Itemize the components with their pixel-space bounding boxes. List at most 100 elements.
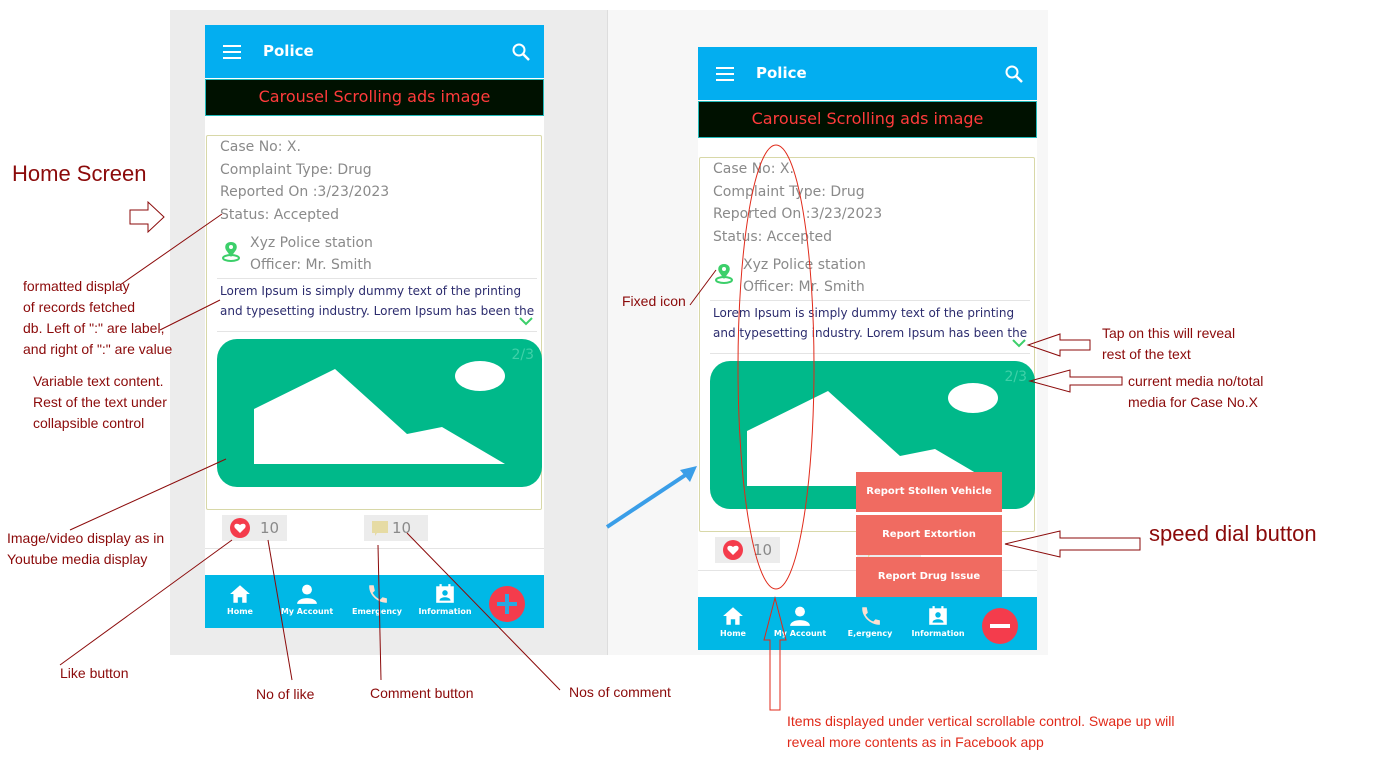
nav-item[interactable]: Information <box>410 583 480 616</box>
nav-label: My Account <box>773 629 827 638</box>
divider <box>710 300 1030 301</box>
speed-dial-fab[interactable] <box>982 608 1018 644</box>
speed-dial-option[interactable]: Report Stollen Vehicle <box>856 472 1002 512</box>
variable-text-note: Variable text content. Rest of the text … <box>33 371 167 434</box>
officer: Officer: Mr. Smith <box>250 257 372 273</box>
note-line: Rest of the text under <box>33 394 167 410</box>
minus-icon <box>990 624 1010 628</box>
phone-screen: Police Carousel Scrolling ads image Case… <box>698 47 1037 650</box>
image-video-note: Image/video display as in Youtube media … <box>7 528 164 570</box>
image-placeholder-icon <box>254 361 505 464</box>
no-of-like-note: No of like <box>256 686 315 702</box>
phone-icon <box>369 585 387 603</box>
search-icon[interactable] <box>1005 65 1023 83</box>
like-button-note: Like button <box>60 665 129 681</box>
like-count: 10 <box>260 519 280 537</box>
reported-on: Reported On :3/23/2023 <box>220 184 390 200</box>
chevron-down-icon[interactable] <box>519 316 533 326</box>
speed-dial-note: speed dial button <box>1149 521 1317 546</box>
officer: Officer: Mr. Smith <box>743 279 865 295</box>
heart-icon[interactable] <box>723 540 743 560</box>
speed-dial-option[interactable]: Report Drug Issue <box>856 557 1002 597</box>
note-line: Tap on this will reveal <box>1102 325 1236 341</box>
nav-label: E,ergency <box>847 629 893 638</box>
home-screen-label: Home Screen <box>12 161 147 186</box>
media-counter: 2/3 <box>511 347 534 363</box>
media-counter: 2/3 <box>1004 369 1027 385</box>
note-line: Youtube media display <box>7 551 148 567</box>
home-icon <box>723 607 743 625</box>
hamburger-menu-icon[interactable] <box>223 45 241 59</box>
app-header: Police <box>698 47 1037 100</box>
scrollable-note: Items displayed under vertical scrollabl… <box>787 711 1175 753</box>
note-line: formatted display <box>23 278 130 294</box>
phone-screen: Police Carousel Scrolling ads image Case… <box>205 25 544 628</box>
nav-label: Emergency <box>352 607 402 616</box>
note-line: collapsible control <box>33 415 145 431</box>
like-button[interactable]: 10 <box>715 537 780 563</box>
divider <box>710 353 1030 354</box>
complaint-type: Complaint Type: Drug <box>713 184 865 200</box>
nav-label: Home <box>227 607 253 616</box>
complaint-type: Complaint Type: Drug <box>220 162 372 178</box>
note-line: and right of ":" are value <box>23 341 173 357</box>
police-station: Xyz Police station <box>250 235 373 251</box>
heart-icon[interactable] <box>230 518 250 538</box>
nav-label: My Account <box>280 607 334 616</box>
nav-item[interactable]: Home <box>698 605 768 638</box>
tap-reveal-note: Tap on this will reveal rest of the text <box>1102 323 1235 365</box>
home-icon <box>230 585 250 603</box>
note-line: Image/video display as in <box>7 530 165 546</box>
header-title: Police <box>756 64 807 82</box>
search-icon[interactable] <box>512 43 530 61</box>
nav-item[interactable]: My Account <box>765 605 835 638</box>
formatted-note: formatted display of records fetched db.… <box>23 276 172 360</box>
divider <box>217 331 537 332</box>
nav-item[interactable]: Emergency <box>342 583 412 616</box>
case-no: Case No: X. <box>220 139 301 155</box>
note-line: Variable text content. <box>33 373 164 389</box>
case-card: Case No: X. Complaint Type: Drug Reporte… <box>206 135 542 510</box>
bottom-nav: Home My Account E,ergency Information <box>698 597 1037 650</box>
carousel-ad-banner[interactable]: Carousel Scrolling ads image <box>698 101 1037 138</box>
reported-on: Reported On :3/23/2023 <box>713 206 883 222</box>
description-text: Lorem Ipsum is simply dummy text of the … <box>220 284 535 318</box>
comment-count: 10 <box>392 519 412 537</box>
note-line: reveal more contents as in Facebook app <box>787 734 1044 750</box>
header-title: Police <box>263 42 314 60</box>
speed-dial-option[interactable]: Report Extortion <box>856 515 1002 555</box>
comment-icon[interactable] <box>372 521 388 537</box>
like-count: 10 <box>753 541 773 559</box>
hamburger-menu-icon[interactable] <box>716 67 734 81</box>
status: Status: Accepted <box>713 229 832 245</box>
location-pin-icon <box>222 242 240 262</box>
bottom-nav: Home My Account Emergency Information <box>205 575 544 628</box>
carousel-ad-banner[interactable]: Carousel Scrolling ads image <box>205 79 544 116</box>
phone-icon <box>862 607 880 625</box>
nav-item[interactable]: E,ergency <box>835 605 905 638</box>
note-line: media for Case No.X <box>1128 394 1258 410</box>
app-header: Police <box>205 25 544 78</box>
speed-dial-fab[interactable] <box>489 586 525 622</box>
nav-item[interactable]: My Account <box>272 583 342 616</box>
nav-item[interactable]: Information <box>903 605 973 638</box>
divider <box>205 548 544 549</box>
nav-item[interactable]: Home <box>205 583 275 616</box>
note-line: Items displayed under vertical scrollabl… <box>787 713 1175 729</box>
like-button[interactable]: 10 <box>222 515 287 541</box>
account-icon <box>297 584 317 604</box>
comment-button-note: Comment button <box>370 685 474 701</box>
note-line: db. Left of ":" are label, <box>23 320 165 336</box>
current-media-note: current media no/total media for Case No… <box>1128 371 1263 413</box>
nos-of-comment-note: Nos of comment <box>569 684 671 700</box>
contact-calendar-icon <box>436 584 454 603</box>
note-line: current media no/total <box>1128 373 1264 389</box>
divider <box>217 278 537 279</box>
nav-label: Information <box>418 607 472 616</box>
chevron-down-icon[interactable] <box>1012 338 1026 348</box>
nav-label: Home <box>720 629 746 638</box>
comment-button[interactable]: 10 <box>364 515 428 541</box>
case-no: Case No: X. <box>713 161 794 177</box>
media-display[interactable]: 2/3 <box>217 339 542 487</box>
plus-icon <box>497 594 517 614</box>
